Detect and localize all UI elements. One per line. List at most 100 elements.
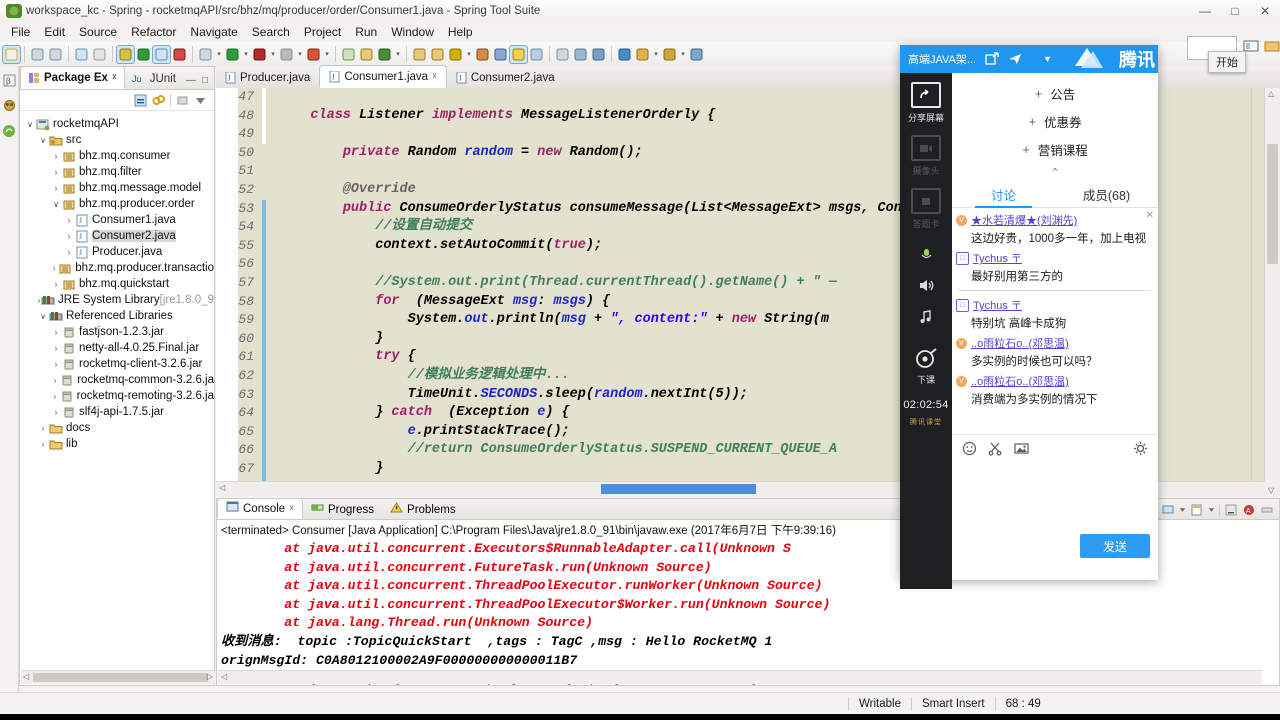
toolbar-git-icon[interactable] (376, 46, 393, 63)
tree-expand-arrow[interactable]: › (50, 376, 60, 385)
tree-item-consumer1-java[interactable]: › J Consumer1.java (20, 212, 214, 228)
tree-expand-arrow[interactable]: › (50, 152, 62, 161)
perspective-icon-2[interactable] (3, 99, 16, 115)
tree-item-src[interactable]: ∨ src (20, 132, 214, 148)
tree-item-rocketmq-common-3-2-6-ja[interactable]: › rocketmq-common-3.2.6.ja (20, 372, 214, 388)
toolbar-pers2-icon[interactable] (688, 46, 705, 63)
panel-tab[interactable]: 讨论 (952, 181, 1055, 208)
menu-help[interactable]: Help (441, 23, 480, 41)
tree-expand-arrow[interactable]: › (50, 392, 60, 401)
chat-sender-name[interactable]: Tychus 〒 (973, 250, 1022, 266)
toolbar-save-all-icon[interactable] (47, 46, 64, 63)
chat-sender-name[interactable]: ..o雨粒石o..(邓思温) (971, 373, 1069, 389)
tree-item-docs[interactable]: › docs (20, 420, 214, 436)
chat-input-field[interactable] (952, 461, 1158, 529)
toolbar-paragraph-icon[interactable] (590, 46, 607, 63)
toolbar-stop-icon[interactable] (278, 46, 295, 63)
tab-package-explorer[interactable]: Package Ex ☓ (20, 66, 125, 89)
toolbar-bug-icon[interactable] (116, 44, 135, 64)
tree-item-bhz-mq-producer-order[interactable]: ∨ bhz.mq.producer.order (20, 196, 214, 212)
collapse-icon[interactable]: ⌃ (952, 163, 1158, 181)
tree-item-fastjson-1-2-3-jar[interactable]: › fastjson-1.2.3.jar (20, 324, 214, 340)
editor-tab-close[interactable]: ☓ (432, 71, 437, 82)
menu-run[interactable]: Run (348, 23, 384, 41)
display-console-dropdown-icon[interactable] (1179, 503, 1186, 517)
toolbar-debug-as-icon[interactable] (251, 46, 268, 63)
open-console-icon[interactable] (1190, 503, 1204, 517)
menu-navigate[interactable]: Navigate (183, 23, 244, 41)
image-icon[interactable] (1014, 441, 1029, 456)
emoji-icon[interactable] (962, 441, 977, 456)
editor-hscroll-thumb[interactable] (601, 484, 756, 494)
toolbar-new-class-icon[interactable] (340, 46, 357, 63)
chat-sender-name[interactable]: ★水若清爆★(刘渊先) (971, 212, 1077, 228)
speaker-icon[interactable] (918, 278, 935, 297)
toolbar-spring-boot-icon[interactable] (197, 46, 214, 63)
tree-item-producer-java[interactable]: › J Producer.java (20, 244, 214, 260)
editor-scroll-down-arrow[interactable]: ▽ (1268, 486, 1274, 495)
toolbar-dropdown-caret[interactable]: ▾ (465, 46, 473, 63)
collapse-all-icon[interactable] (134, 94, 147, 107)
tree-expand-arrow[interactable]: › (50, 184, 62, 193)
tree-expand-arrow[interactable]: ∨ (24, 120, 36, 129)
tree-item-bhz-mq-filter[interactable]: › bhz.mq.filter (20, 164, 214, 180)
send-button[interactable]: 发送 (1080, 534, 1150, 558)
live-class-window[interactable]: 高端JAVA架... ▼ 腾讯 分享屏幕 摄像头 答题卡 下课 02:02:54… (900, 45, 1158, 589)
console-restore-icon[interactable] (1260, 503, 1274, 517)
leave-class-button[interactable]: 下课 (914, 348, 938, 386)
tree-item-netty-all-4-0-25-final-jar[interactable]: › netty-all-4.0.25.Final.jar (20, 340, 214, 356)
scroll-left-arrow[interactable]: ◁ (23, 672, 29, 681)
tree-expand-arrow[interactable]: › (50, 344, 62, 353)
toolbar-print-icon[interactable] (73, 46, 90, 63)
tree-item-referenced-libraries[interactable]: ∨ Referenced Libraries (20, 308, 214, 324)
quiz-button[interactable]: 答题卡 (911, 188, 941, 230)
tree-expand-arrow[interactable]: › (50, 408, 62, 417)
announcement-row[interactable]: + 营销课程 (952, 135, 1158, 163)
explorer-taskbar-icon[interactable] (1264, 38, 1280, 54)
tree-expand-arrow[interactable]: ∨ (37, 136, 49, 145)
close-button[interactable]: ✕ (1250, 0, 1280, 22)
toolbar-dropdown-caret[interactable]: ▾ (652, 46, 660, 63)
menu-search[interactable]: Search (245, 23, 297, 41)
toolbar-run-icon[interactable] (135, 46, 152, 63)
console-scroll-left-arrow[interactable]: ◁ (221, 672, 227, 681)
editor-scroll-thumb[interactable] (1267, 144, 1278, 264)
console-tab-console[interactable]: Console ☓ (217, 498, 303, 519)
editor-tab-consumer1[interactable]: J Consumer1.java ☓ (319, 65, 447, 88)
editor-scroll-up-arrow[interactable]: △ (1268, 89, 1274, 98)
toolbar-pin-icon[interactable] (492, 46, 509, 63)
tree-expand-arrow[interactable]: › (63, 232, 75, 241)
tree-item-rocketmqapi[interactable]: ∨ rocketmqAPI (20, 116, 214, 132)
toolbar-new-wizard-icon[interactable] (2, 44, 21, 64)
tree-item-rocketmq-client-3-2-6-jar[interactable]: › rocketmq-client-3.2.6.jar (20, 356, 214, 372)
toolbar-highlight-icon[interactable] (509, 44, 528, 64)
toolbar-pers-icon[interactable] (661, 46, 678, 63)
toolbar-link-icon[interactable] (634, 46, 651, 63)
chat-close-icon[interactable]: ✕ (1146, 210, 1154, 221)
tab-junit[interactable]: Ju JUnit (125, 68, 183, 89)
explorer-scroll-thumb[interactable] (33, 673, 208, 682)
toolbar-profile-icon[interactable] (305, 46, 322, 63)
toolbar-coverage-icon[interactable] (171, 46, 188, 63)
editor-tab-consumer2[interactable]: J Consumer2.java (447, 67, 564, 88)
tree-expand-arrow[interactable]: › (37, 440, 49, 449)
tree-expand-arrow[interactable]: › (50, 280, 62, 289)
toolbar-external-tools-icon[interactable] (152, 44, 171, 64)
toolbar-open-type-icon[interactable] (411, 46, 428, 63)
menu-source[interactable]: Source (72, 23, 124, 41)
chevron-down-icon[interactable]: ▼ (1043, 54, 1052, 64)
menu-project[interactable]: Project (297, 23, 348, 41)
toolbar-save-icon[interactable] (29, 46, 46, 63)
tree-expand-arrow[interactable]: › (50, 360, 62, 369)
toolbar-open-resource-icon[interactable] (429, 46, 446, 63)
menu-file[interactable]: File (4, 23, 37, 41)
tree-item-bhz-mq-message-model[interactable]: › bhz.mq.message.model (20, 180, 214, 196)
editor-vertical-scrollbar[interactable]: △ ▽ (1264, 88, 1280, 496)
console-horizontal-scrollbar[interactable]: ◁ (218, 670, 1262, 684)
toolbar-edit-icon[interactable] (528, 46, 545, 63)
tree-expand-arrow[interactable]: › (50, 264, 58, 273)
tree-item-slf4j-api-1-7-5-jar[interactable]: › slf4j-api-1.7.5.jar (20, 404, 214, 420)
toolbar-dropdown-caret[interactable]: ▾ (296, 46, 304, 63)
spring-icon[interactable] (2, 124, 16, 141)
tree-item-jre-system-library[interactable]: › JRE System Library [jre1.8.0_9 (20, 292, 214, 308)
